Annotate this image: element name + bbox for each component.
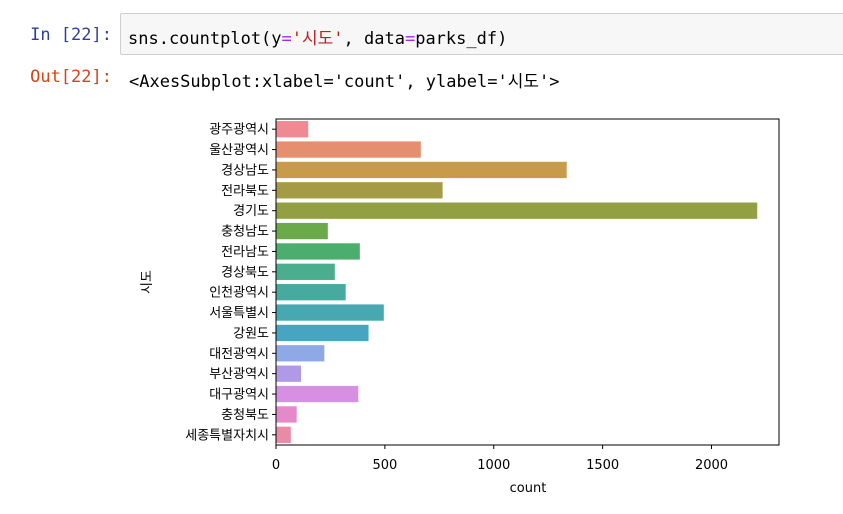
y-tick-label: 경상북도 [221,265,269,280]
y-tick-label: 대전광역시 [209,347,269,362]
bar [276,324,369,342]
y-axis-label: 시도 [140,270,155,294]
bar [276,141,421,158]
bar [276,182,443,199]
y-tick-label: 세종특별자치시 [185,428,269,443]
bar [276,304,384,321]
y-tick-label: 대구광역시 [209,388,269,403]
x-tick-label: 2000 [695,458,728,473]
bar [276,121,309,138]
y-tick-label: 강원도 [233,326,269,341]
bar [276,202,758,219]
y-tick-label: 충청남도 [221,225,269,240]
x-axis-label: count [510,481,547,496]
x-tick-label: 0 [272,458,280,473]
bar [276,406,297,423]
y-tick-label: 전라남도 [221,245,269,260]
bar [276,365,302,382]
x-tick-label: 1500 [586,458,619,473]
y-tick-label: 전라북도 [221,184,269,199]
y-tick-label: 울산광역시 [209,143,269,158]
bar [276,385,359,403]
y-tick-label: 경상남도 [221,163,269,178]
bar [276,243,360,260]
bar [276,284,346,301]
y-tick-label: 인천광역시 [209,286,269,301]
y-tick-label: 광주광역시 [209,123,269,138]
bar [276,426,291,443]
x-tick-label: 500 [372,458,397,473]
bar [276,345,325,362]
y-tick-label: 서울특별시 [209,306,269,321]
y-tick-label: 충청북도 [221,408,269,423]
bar [276,263,335,280]
y-tick-label: 경기도 [233,204,269,219]
y-tick-label: 부산광역시 [209,367,269,382]
countplot-chart: 광주광역시울산광역시경상남도전라북도경기도충청남도전라남도경상북도인천광역시서울… [140,118,780,496]
x-tick-label: 1000 [477,458,510,473]
bar [276,222,328,240]
bar [276,161,567,179]
